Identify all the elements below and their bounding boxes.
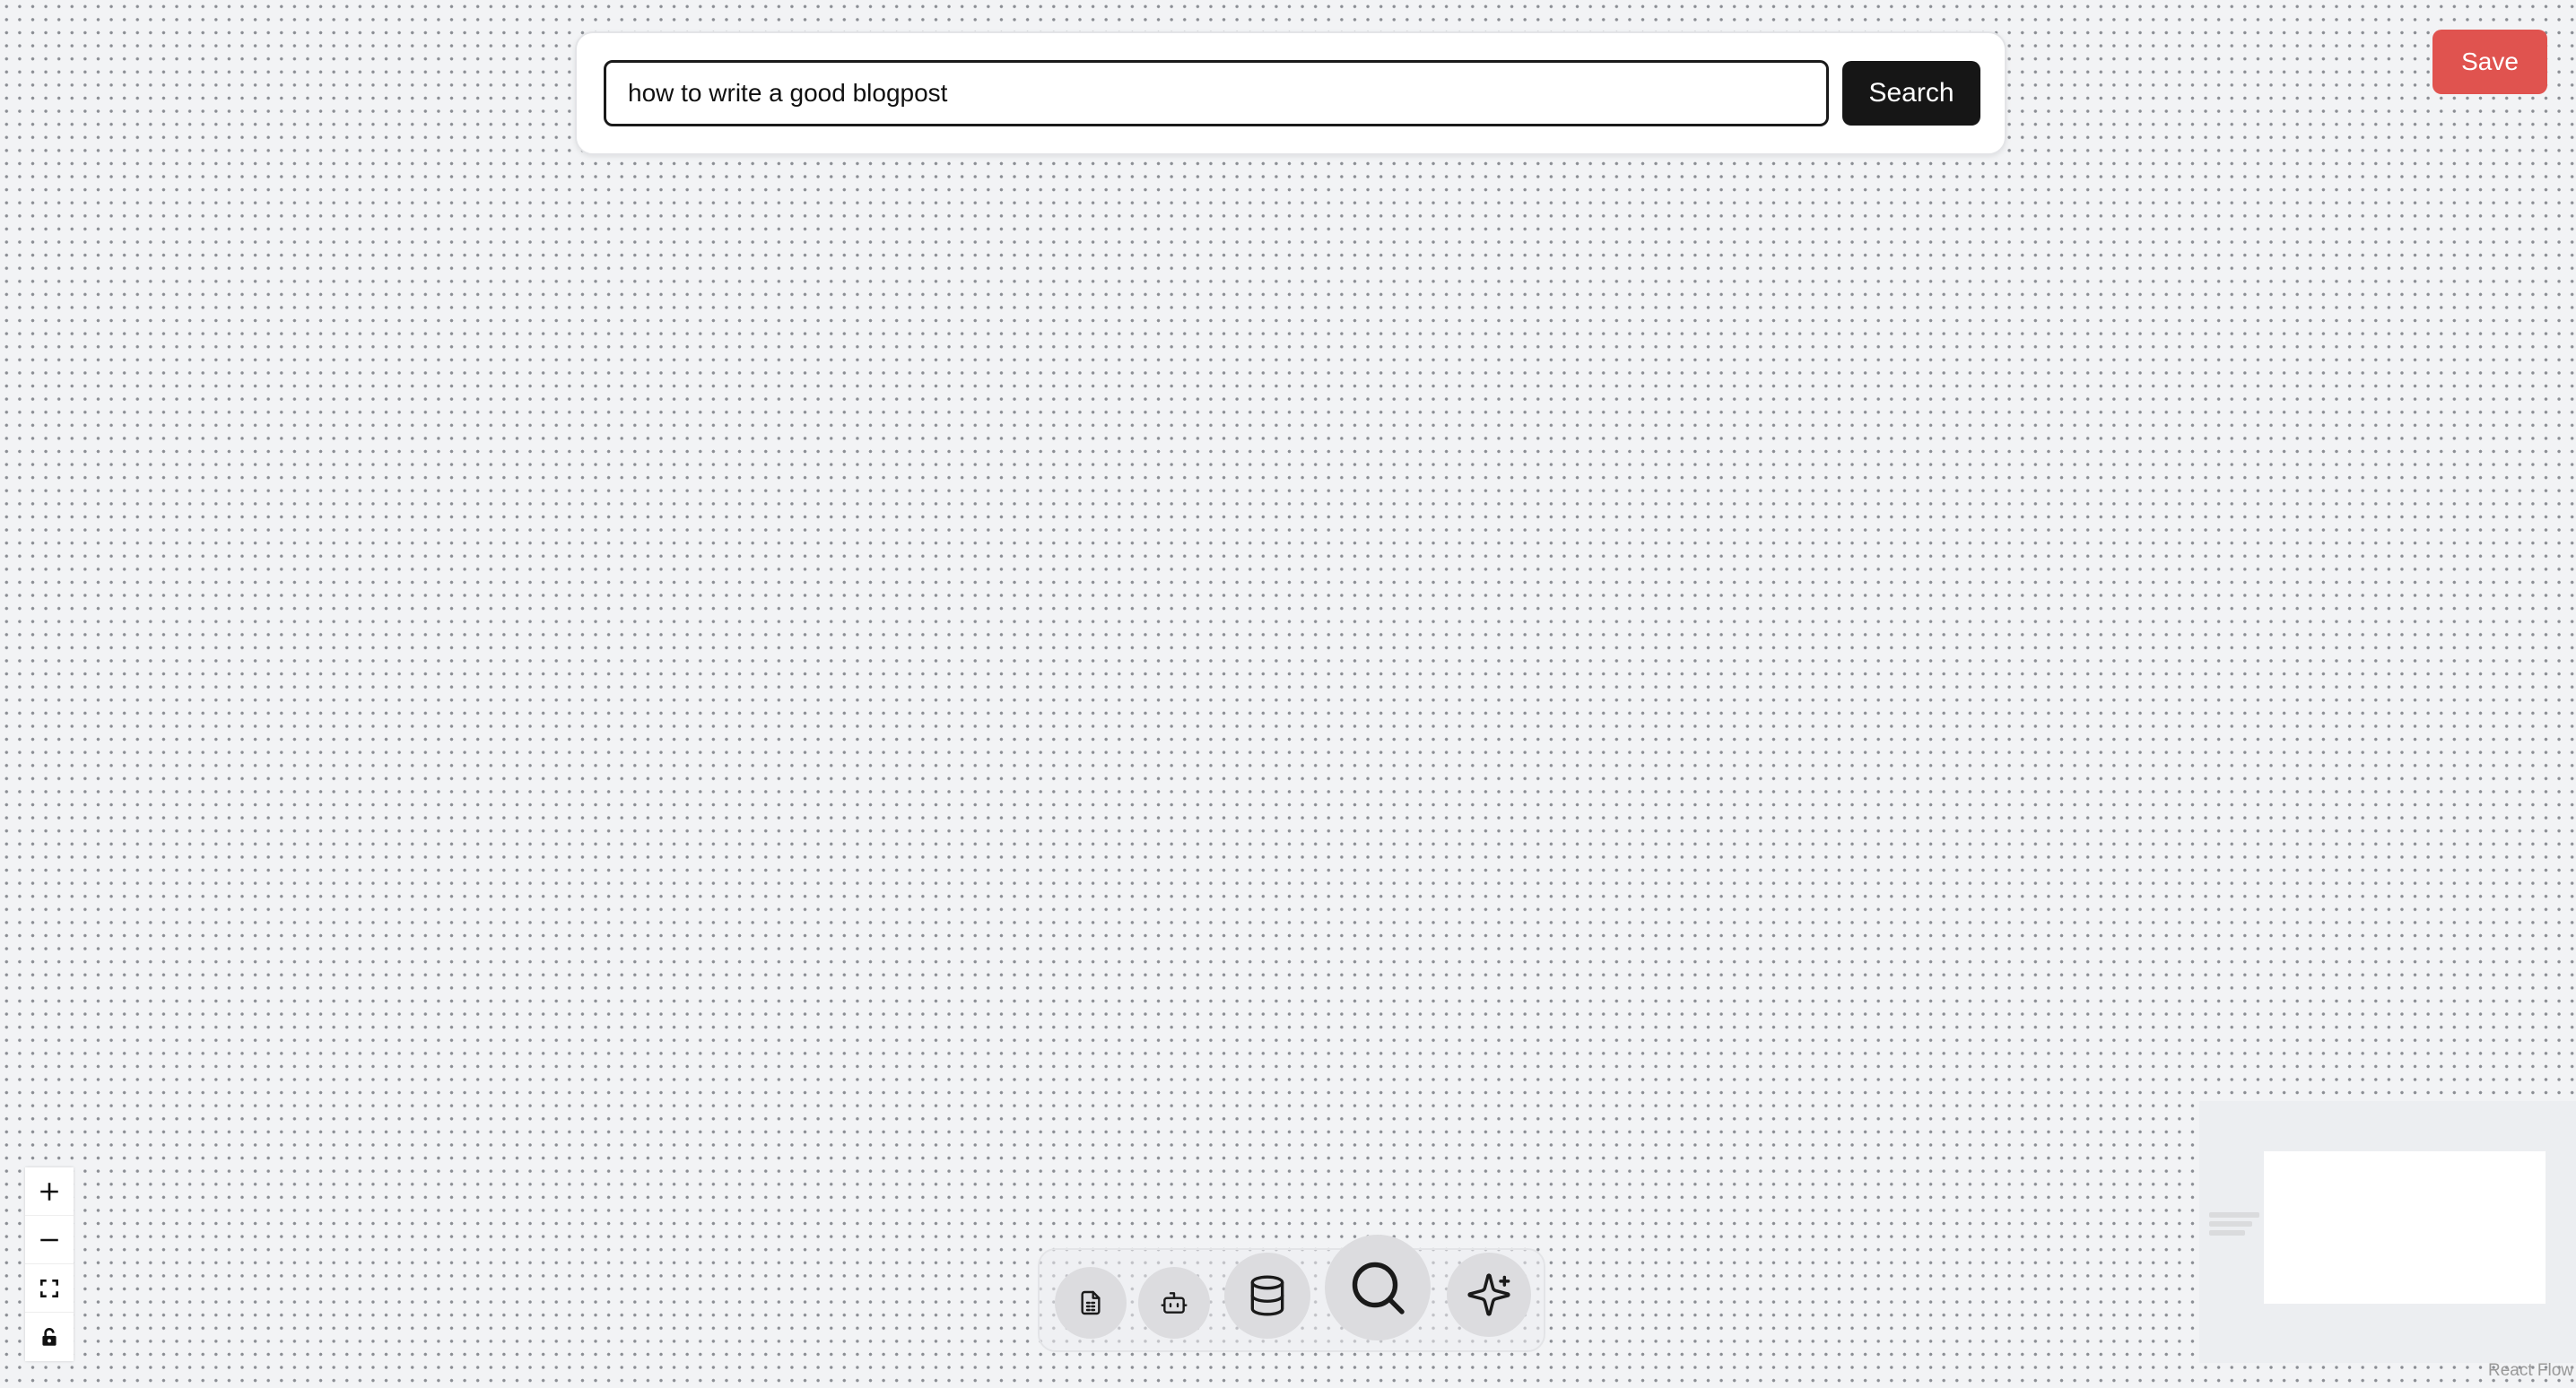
tool-search[interactable] (1325, 1235, 1431, 1340)
minimap-viewport[interactable] (2264, 1151, 2546, 1304)
lock-icon (42, 1328, 57, 1346)
tool-database[interactable] (1224, 1253, 1310, 1339)
zoom-controls (25, 1167, 74, 1361)
flow-canvas[interactable] (0, 0, 2576, 1388)
zoom-out-button[interactable] (25, 1216, 74, 1264)
search-input[interactable] (604, 60, 1829, 126)
zoom-in-button[interactable] (25, 1167, 74, 1216)
minimap[interactable] (2199, 1101, 2576, 1363)
tool-sparkles[interactable] (1447, 1253, 1531, 1337)
fit-view-icon (40, 1279, 58, 1297)
database-icon (1250, 1275, 1284, 1316)
search-icon (1352, 1262, 1405, 1314)
search-button[interactable]: Search (1842, 61, 1980, 126)
node-toolbar (1038, 1235, 1545, 1352)
minimap-node (2209, 1212, 2259, 1218)
tool-bot[interactable] (1138, 1267, 1210, 1339)
minimap-node (2209, 1230, 2245, 1236)
minus-icon (40, 1238, 58, 1241)
minimap-node (2209, 1221, 2252, 1227)
plus-icon (40, 1182, 58, 1201)
sparkles-icon (1467, 1273, 1510, 1316)
toggle-interactivity-button[interactable] (25, 1313, 74, 1361)
document-icon (1081, 1290, 1101, 1315)
bot-icon (1161, 1292, 1188, 1314)
search-panel: Search (575, 31, 2006, 155)
save-button[interactable]: Save (2432, 30, 2547, 94)
tool-document[interactable] (1055, 1267, 1127, 1339)
fit-view-button[interactable] (25, 1264, 74, 1313)
react-flow-attribution[interactable]: React Flow (2488, 1361, 2573, 1381)
